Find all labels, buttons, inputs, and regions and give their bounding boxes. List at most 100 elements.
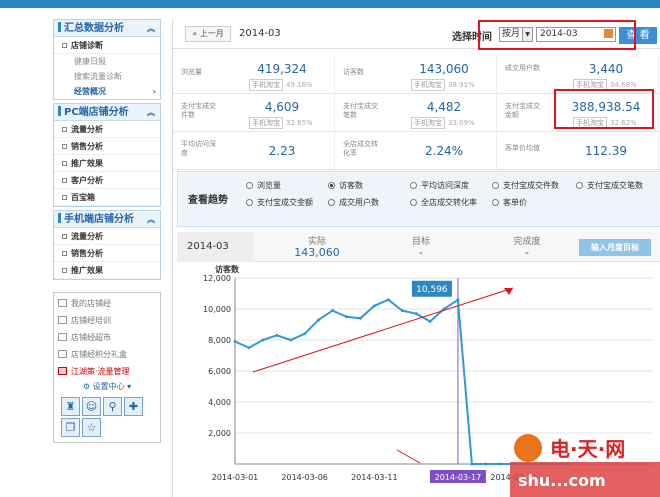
sidebar-item-traffic[interactable]: 流量分析 [54, 121, 160, 138]
y-tick-label: 4,000 [208, 398, 231, 407]
tooltip-value: 10,596 [416, 285, 448, 295]
settings-center[interactable]: ⚙ 设置中心 ▾ [54, 380, 160, 394]
radio-depth[interactable]: 平均访问深度 [410, 180, 469, 191]
sidebar-item-shop-diagnosis[interactable]: 店铺诊断 [54, 37, 160, 54]
sidebar-item-mobile-traffic[interactable]: 流量分析 [54, 228, 160, 245]
radio-conversion[interactable]: 全店成交转化率 [410, 197, 477, 208]
monthly-summary: 2014-03 实际 143,060 目标 - 完成度 - 输入月度目标 [177, 232, 660, 262]
sidebar-link-training[interactable]: 店铺经培训 [54, 312, 160, 329]
sidebar-item-sales[interactable]: 销售分析 [54, 138, 160, 155]
sidebar-item-toolbox[interactable]: 百宝箱 [54, 189, 160, 206]
prev-month-button[interactable]: « 上一月 [185, 26, 231, 42]
svg-text:shu...com: shu...com [518, 471, 606, 490]
radio-visitors[interactable]: 访客数 [328, 180, 363, 191]
metric-depth: 平均访问深度 2.23 [173, 132, 335, 169]
gift-icon [58, 350, 67, 358]
data-point [428, 319, 432, 323]
data-point [344, 315, 348, 319]
star-icon[interactable]: ☆ [82, 418, 101, 437]
annotation-arrow-small [396, 449, 421, 464]
sidebar-tools: 我的店铺经 店铺经培训 店铺经超市 店铺经积分礼盒 江湖策·流量管理 ⚙ 设置中… [53, 292, 161, 443]
radio-buyers[interactable]: 成交用户数 [328, 197, 379, 208]
metric-visitors: 访客数 143,060 手机淘宝 38.91% [335, 56, 497, 93]
data-point [414, 312, 418, 316]
y-tick-label: 2,000 [208, 429, 231, 438]
user-add-icon[interactable]: ✚ [124, 397, 143, 416]
sidebar-section-title[interactable]: 手机端店铺分析 ︽ [54, 211, 160, 228]
actual-value: 143,060 [294, 246, 340, 259]
annotation-arrowhead [504, 288, 513, 295]
chevron-up-icon[interactable]: ︽ [147, 211, 155, 228]
sidebar-item-promotion[interactable]: 推广效果 [54, 155, 160, 172]
completion-value: - [525, 246, 529, 259]
sidebar: 汇总数据分析 ︽ 店铺诊断 健康日报 搜索流量诊断 经营概况 › PC端店铺分析 ︽ … [53, 19, 161, 443]
annotation-arrow [252, 287, 514, 373]
data-point [261, 338, 265, 342]
highlight-box-date [478, 20, 636, 50]
y-tick-label: 12,000 [203, 274, 231, 283]
sidebar-section-summary: 汇总数据分析 ︽ 店铺诊断 健康日报 搜索流量诊断 经营概况 › [53, 19, 161, 100]
x-tick-label: 2014-03-17 [435, 473, 482, 482]
data-point [372, 304, 376, 308]
summary-month: 2014-03 [177, 232, 253, 262]
user-search-icon[interactable]: ⚲ [103, 397, 122, 416]
radio-revenue[interactable]: 支付宝成交金额 [246, 197, 313, 208]
sidebar-sub-health-report[interactable]: 健康日报 [54, 54, 160, 69]
y-axis-label: 访客数 [215, 264, 240, 274]
metric-buyers: 成交用户数 3,440 手机淘宝 34.68% [497, 56, 659, 93]
data-point [303, 332, 307, 336]
sidebar-sub-overview[interactable]: 经营概况 › [54, 84, 160, 99]
highlight-box-revenue [554, 89, 654, 129]
watermark-logo: 电·天·网 shu...com [510, 434, 660, 497]
metric-orders: 支付宝成交笔数 4,482 手机淘宝 33.09% [335, 94, 497, 131]
data-point [317, 318, 321, 322]
sidebar-section-title[interactable]: 汇总数据分析 ︽ [54, 20, 160, 37]
sidebar-section-title[interactable]: PC端店铺分析 ︽ [54, 104, 160, 121]
sidebar-section-pc: PC端店铺分析 ︽ 流量分析 销售分析 推广效果 客户分析 百宝箱 [53, 103, 161, 207]
traffic-icon [58, 367, 67, 375]
radio-avg-price[interactable]: 客单价 [492, 197, 527, 208]
sidebar-link-traffic-mgmt[interactable]: 江湖策·流量管理 [54, 363, 160, 380]
settings-icons: ♜ ☺ ⚲ ✚ ❐ ☆ [54, 394, 160, 440]
x-tick-label: 2014-03-11 [351, 473, 398, 482]
trend-title: 查看趋势 [188, 195, 228, 206]
sidebar-item-customers[interactable]: 客户分析 [54, 172, 160, 189]
top-header-bar [0, 0, 660, 8]
radio-items-sold[interactable]: 支付宝成交件数 [492, 180, 559, 191]
y-tick-label: 10,000 [203, 305, 231, 314]
gear-icon: ⚙ [82, 382, 93, 391]
sidebar-link-gifts[interactable]: 店铺经积分礼盒 [54, 346, 160, 363]
sidebar-link-market[interactable]: 店铺经超市 [54, 329, 160, 346]
metric-avg-order: 客单价均值 112.39 [497, 132, 659, 169]
y-tick-label: 8,000 [208, 336, 231, 345]
data-point [400, 309, 404, 313]
radio-orders[interactable]: 支付宝成交笔数 [576, 180, 643, 191]
x-tick-label: 2014-03-06 [281, 473, 328, 482]
data-point [289, 338, 293, 342]
sidebar-item-mobile-sales[interactable]: 销售分析 [54, 245, 160, 262]
sidebar-item-mobile-promotion[interactable]: 推广效果 [54, 262, 160, 279]
radio-pageviews[interactable]: 浏览量 [246, 180, 281, 191]
y-tick-label: 6,000 [208, 367, 231, 376]
sidebar-section-mobile: 手机端店铺分析 ︽ 流量分析 销售分析 推广效果 [53, 210, 161, 280]
chevron-right-icon: › [152, 87, 156, 96]
user-group-icon[interactable]: ☺ [82, 397, 101, 416]
data-point [386, 298, 390, 302]
target-value: - [419, 246, 423, 259]
sidebar-link-my-shop[interactable]: 我的店铺经 [54, 295, 160, 312]
data-point [470, 462, 474, 466]
trend-selector: 查看趋势 浏览量 访客数 平均访问深度 支付宝成交件数 支付宝成交笔数 支付宝成… [177, 171, 660, 227]
data-point [456, 298, 460, 302]
monthly-target-button[interactable]: 输入月度目标 [579, 239, 651, 256]
data-point [247, 346, 251, 350]
copy-icon[interactable]: ❐ [61, 418, 80, 437]
chevron-up-icon[interactable]: ︽ [147, 20, 155, 37]
metric-conversion: 全店成交转化率 2.24% [335, 132, 497, 169]
chevron-up-icon[interactable]: ︽ [147, 104, 155, 121]
shop-settings-icon[interactable]: ♜ [61, 397, 80, 416]
sidebar-sub-search-diagnosis[interactable]: 搜索流量诊断 [54, 69, 160, 84]
data-point [498, 462, 502, 466]
metric-pageviews: 浏览量 419,324 手机淘宝 49.16% [173, 56, 335, 93]
current-date: 2014-03 [239, 28, 281, 39]
metric-items-sold: 支付宝成交件数 4,609 手机淘宝 32.65% [173, 94, 335, 131]
